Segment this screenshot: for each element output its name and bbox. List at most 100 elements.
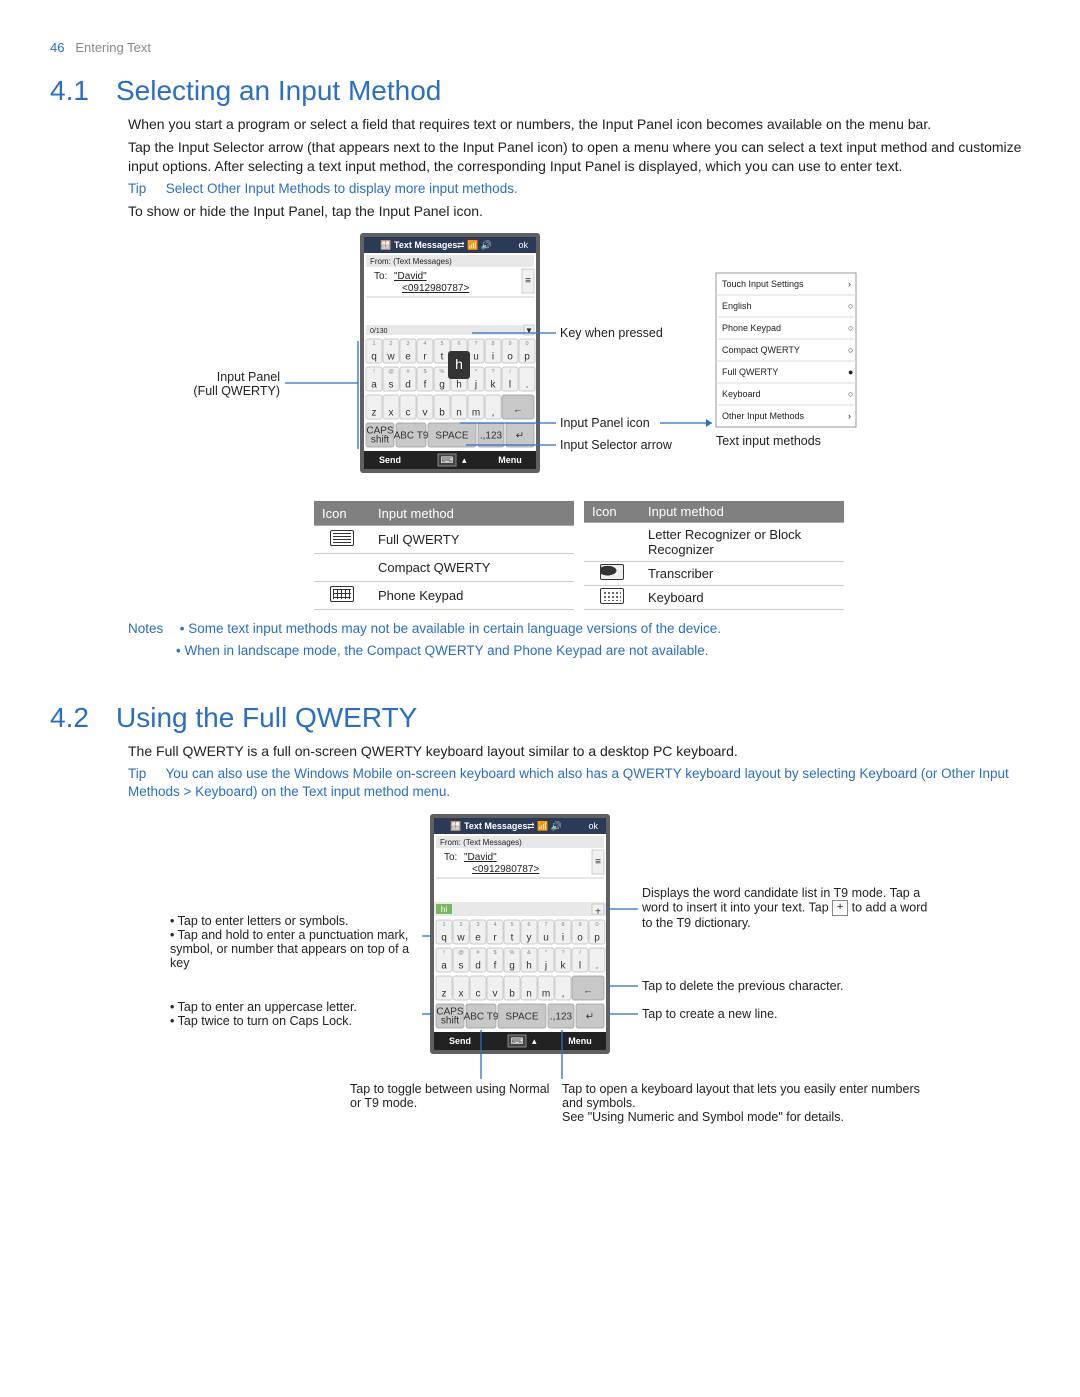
svg-text:ABC T9: ABC T9 [464,1011,499,1022]
svg-text:p: p [594,932,600,943]
svg-text:<0912980787>: <0912980787> [402,283,469,294]
svg-text:g: g [439,379,445,390]
svg-text:0/130: 0/130 [370,328,388,335]
svg-text:4: 4 [493,922,496,928]
svg-text:n: n [526,988,532,999]
svg-text:a: a [441,960,447,971]
svg-text:Send: Send [379,455,401,465]
svg-text:0: 0 [595,922,598,928]
svg-text:"David": "David" [394,271,427,282]
para: To show or hide the Input Panel, tap the… [128,202,1030,221]
svg-text:&: & [527,950,531,956]
svg-text:⇄ 📶 🔊: ⇄ 📶 🔊 [527,820,562,832]
svg-text:x: x [459,988,464,999]
svg-text:ok: ok [518,240,528,250]
svg-text:🪟: 🪟 [450,820,461,831]
input-method-table-right: IconInput method Letter Recognizer or Bl… [584,501,844,610]
svg-text:2: 2 [389,341,392,347]
svg-text:u: u [473,351,479,362]
svg-text:q: q [371,351,377,362]
svg-text:.,123: .,123 [480,430,503,441]
running-header: 46 Entering Text [50,40,1030,55]
phone-keypad-icon [330,586,354,602]
svg-text:@: @ [458,950,464,956]
svg-text:Keyboard: Keyboard [722,389,761,399]
transcriber-icon [600,564,624,580]
svg-text:e: e [405,351,411,362]
para: When you start a program or select a fie… [128,115,1030,134]
svg-text:Full QWERTY: Full QWERTY [722,367,778,377]
svg-text:+: + [595,906,601,917]
svg-text:⇄ 📶 🔊: ⇄ 📶 🔊 [457,239,492,251]
figure-full-qwerty: 🪟 Text Messages ok ⇄ 📶 🔊 From: (Text Mes… [90,814,990,1154]
svg-text:▴: ▴ [532,1036,537,1046]
svg-text:0: 0 [525,341,528,347]
svg-text:≡: ≡ [595,856,601,867]
input-method-tables: IconInput method Full QWERTY Compact QWE… [128,501,1030,610]
svg-text:Menu: Menu [568,1036,592,1046]
svg-text:Key when pressed: Key when pressed [560,326,663,340]
full-qwerty-icon [330,530,354,546]
svg-text:○: ○ [848,345,853,355]
svg-text:Menu: Menu [498,455,522,465]
svg-text:9: 9 [578,922,581,928]
svg-text:▴: ▴ [462,455,467,465]
svg-text:j: j [544,960,547,971]
svg-text:shift: shift [441,1015,460,1026]
svg-text:i: i [492,351,494,362]
svg-text:○: ○ [848,323,853,333]
svg-text:.: . [596,960,599,971]
svg-text:⌨: ⌨ [511,1036,524,1046]
svg-text:●: ● [848,367,853,377]
svg-text:←: ← [583,985,593,996]
svg-text:ABC T9: ABC T9 [394,430,429,441]
plus-icon: + [832,900,848,916]
svg-text:English: English [722,301,752,311]
svg-text:From: (Text Messages): From: (Text Messages) [440,838,522,847]
svg-text:f: f [494,960,497,971]
svg-text:e: e [475,932,481,943]
svg-text:6: 6 [527,922,530,928]
svg-text:i: i [562,932,564,943]
svg-text:▾: ▾ [526,325,531,336]
svg-text:$: $ [423,369,426,375]
svg-text:Compact QWERTY: Compact QWERTY [722,345,800,355]
svg-text:Tap to delete the previous cha: Tap to delete the previous character. [642,979,844,993]
svg-text:To:: To: [374,271,387,282]
svg-text:2: 2 [459,922,462,928]
svg-text:Input Selector arrow: Input Selector arrow [560,438,673,452]
svg-text:,: , [562,988,565,999]
svg-text:h: h [526,960,532,971]
svg-text:.,123: .,123 [550,1011,573,1022]
svg-text:t: t [511,932,514,943]
svg-text:,: , [492,407,495,418]
svg-text:›: › [848,279,851,289]
svg-text:l: l [579,960,581,971]
notes: Notes • Some text input methods may not … [128,620,1030,638]
svg-text:h: h [456,379,462,390]
svg-text:Touch Input Settings: Touch Input Settings [722,279,804,289]
svg-text:%: % [440,369,445,375]
svg-text:c: c [476,988,481,999]
svg-text:ok: ok [588,821,598,831]
svg-text:n: n [456,407,462,418]
svg-text:.: . [526,379,529,390]
svg-text:@: @ [388,369,394,375]
heading-4-2: 4.2 Using the Full QWERTY [50,702,1030,734]
svg-text:›: › [848,411,851,421]
svg-text:1: 1 [372,341,375,347]
svg-text:5: 5 [510,922,513,928]
svg-text:1: 1 [442,922,445,928]
svg-text:7: 7 [544,922,547,928]
svg-text:🪟: 🪟 [380,239,391,250]
svg-text:?: ? [561,950,564,956]
svg-text:u: u [543,932,549,943]
svg-text:↵: ↵ [586,1011,594,1022]
svg-text:Text Messages: Text Messages [394,240,457,250]
heading-4-1: 4.1 Selecting an Input Method [50,75,1030,107]
svg-text:%: % [510,950,515,956]
svg-text:c: c [406,407,411,418]
svg-text:SPACE: SPACE [505,1011,538,1022]
svg-text:j: j [474,379,477,390]
input-method-table-left: IconInput method Full QWERTY Compact QWE… [314,501,574,610]
